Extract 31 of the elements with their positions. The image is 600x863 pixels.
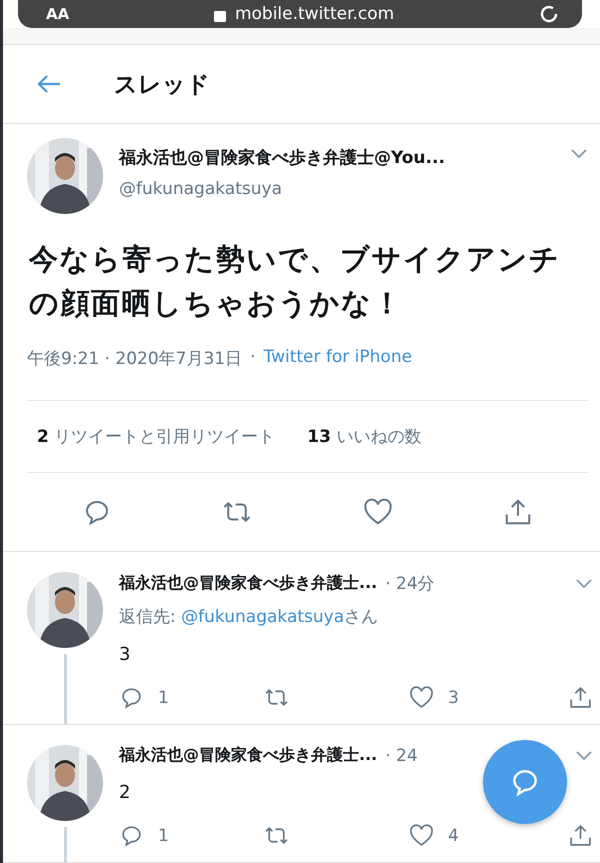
compose-reply-button[interactable]	[483, 740, 567, 824]
author-name[interactable]: 福永活也@冒険家食べ歩き弁護士...	[119, 573, 378, 594]
chevron-icon[interactable]	[575, 578, 593, 590]
heart-icon[interactable]	[409, 685, 434, 710]
chevron-icon[interactable]	[570, 148, 588, 160]
text-size-button[interactable]: AA	[46, 5, 70, 23]
reply-count: 1	[158, 826, 169, 846]
share-icon[interactable]	[568, 823, 593, 848]
reply-text: 3	[119, 644, 132, 665]
reply-to-text: 返信先: @fukunagakatsuyaさん	[119, 606, 380, 628]
tweet-timestamp[interactable]: 午後9:21 · 2020年7月31日	[27, 347, 242, 370]
stat-link[interactable]: 2 リツイートと引用リツイート	[37, 425, 276, 448]
author-name[interactable]: 福永活也@冒険家食べ歩き弁護士...	[119, 745, 378, 766]
url-text[interactable]: mobile.twitter.com	[234, 4, 394, 24]
share-icon[interactable]	[568, 685, 593, 710]
tweet-text: 今なら寄った勢いで、ブサイクアンチの顔面晒しちゃおうかな！	[29, 241, 562, 322]
back-arrow-icon[interactable]	[36, 74, 62, 94]
chevron-icon[interactable]	[575, 750, 593, 762]
reply-count: 1	[158, 688, 169, 708]
page-title: スレッド	[114, 70, 210, 100]
author-name[interactable]: 福永活也@冒険家食べ歩き弁護士@You...	[119, 146, 554, 169]
author-handle[interactable]: @fukunagakatsuya	[119, 179, 554, 199]
separator-dot: ·	[250, 347, 256, 369]
reply-time[interactable]: · 24	[385, 746, 418, 766]
like-count: 4	[448, 826, 459, 846]
reply-time[interactable]: · 24分	[385, 572, 435, 595]
heart-icon[interactable]	[362, 497, 393, 527]
like-count: 3	[448, 688, 459, 708]
reply-text: 2	[119, 782, 132, 803]
stat-link[interactable]: 13 いいねの数	[307, 425, 422, 448]
heart-icon[interactable]	[409, 823, 434, 848]
